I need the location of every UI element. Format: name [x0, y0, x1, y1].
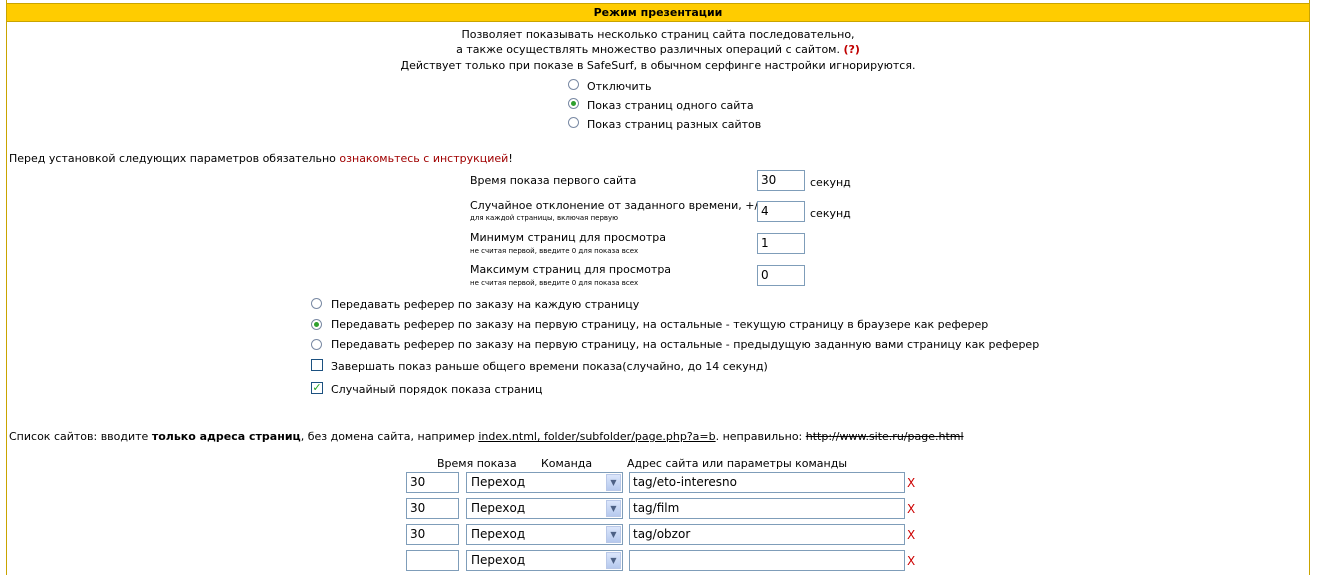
deviation-hint: для каждой страницы, включая первую: [470, 214, 619, 222]
max-pages-input[interactable]: 0: [757, 265, 805, 286]
random-order-checkbox[interactable]: ✓: [311, 382, 323, 394]
help-link[interactable]: (?): [843, 43, 859, 56]
row-2-address-input[interactable]: tag/film: [629, 498, 905, 519]
max-pages-label: Максимум страниц для просмотра: [470, 263, 672, 276]
mode-radio-one-site[interactable]: [568, 98, 579, 109]
row-4-delete-icon[interactable]: X: [907, 554, 915, 568]
row-1-address-input[interactable]: tag/eto-interesno: [629, 472, 905, 493]
random-order-label: Случайный порядок показа страниц: [331, 383, 543, 396]
referer-radio-each[interactable]: [311, 298, 322, 309]
referer-radio-current[interactable]: [311, 319, 322, 330]
max-pages-hint: не считая первой, введите 0 для показа в…: [470, 279, 639, 287]
instruction-link[interactable]: ознакомьтесь с инструкцией: [339, 152, 508, 165]
row-4-time-input[interactable]: [406, 550, 459, 571]
mode-label-off: Отключить: [587, 80, 652, 93]
intro-line-2: а также осуществлять множество различных…: [456, 43, 860, 56]
wrong-example: http://www.site.ru/page.html: [805, 430, 964, 443]
row-3-command-select[interactable]: Переход ▼: [466, 524, 623, 545]
chevron-down-icon: ▼: [606, 474, 621, 491]
intro-line-3: Действует только при показе в SafeSurf, …: [400, 59, 916, 72]
min-pages-hint: не считая первой, введите 0 для показа в…: [470, 247, 639, 255]
header-address: Адрес сайта или параметры команды: [627, 457, 848, 470]
panel-title: Режим презентации: [6, 3, 1310, 22]
first-time-label: Время показа первого сайта: [470, 174, 637, 187]
deviation-input[interactable]: 4: [757, 201, 805, 222]
row-4-command-select[interactable]: Переход ▼: [466, 550, 623, 571]
deviation-label: Случайное отклонение от заданного времен…: [470, 199, 763, 212]
row-1-command-select[interactable]: Переход ▼: [466, 472, 623, 493]
warning-text: Перед установкой следующих параметров об…: [9, 152, 513, 165]
min-pages-input[interactable]: 1: [757, 233, 805, 254]
chevron-down-icon: ▼: [606, 552, 621, 569]
min-pages-label: Минимум страниц для просмотра: [470, 231, 666, 244]
chevron-down-icon: ▼: [606, 526, 621, 543]
row-1-time-input[interactable]: 30: [406, 472, 459, 493]
site-list-note: Список сайтов: вводите только адреса стр…: [9, 430, 964, 443]
header-command: Команда: [541, 457, 593, 470]
mode-label-many-sites: Показ страниц разных сайтов: [587, 118, 762, 131]
row-2-command-select[interactable]: Переход ▼: [466, 498, 623, 519]
chevron-down-icon: ▼: [606, 500, 621, 517]
row-1-delete-icon[interactable]: X: [907, 476, 915, 490]
referer-radio-previous[interactable]: [311, 339, 322, 350]
referer-label-each: Передавать реферер по заказу на каждую с…: [331, 298, 640, 311]
row-3-time-input[interactable]: 30: [406, 524, 459, 545]
deviation-unit: секунд: [810, 207, 851, 220]
finish-early-checkbox[interactable]: [311, 359, 323, 371]
referer-label-previous: Передавать реферер по заказу на первую с…: [331, 338, 1040, 351]
finish-early-label: Завершать показ раньше общего времени по…: [331, 360, 768, 373]
intro-line-1: Позволяет показывать несколько страниц с…: [461, 28, 855, 41]
row-2-time-input[interactable]: 30: [406, 498, 459, 519]
mode-radio-off[interactable]: [568, 79, 579, 90]
row-4-address-input[interactable]: [629, 550, 905, 571]
referer-label-current: Передавать реферер по заказу на первую с…: [331, 318, 989, 331]
mode-radio-many-sites[interactable]: [568, 117, 579, 128]
example-path: index.ntml, folder/subfolder/page.php?a=…: [478, 430, 716, 443]
header-time: Время показа: [437, 457, 517, 470]
row-3-address-input[interactable]: tag/obzor: [629, 524, 905, 545]
first-time-input[interactable]: 30: [757, 170, 805, 191]
row-3-delete-icon[interactable]: X: [907, 528, 915, 542]
row-2-delete-icon[interactable]: X: [907, 502, 915, 516]
first-time-unit: секунд: [810, 176, 851, 189]
mode-label-one-site: Показ страниц одного сайта: [587, 99, 754, 112]
